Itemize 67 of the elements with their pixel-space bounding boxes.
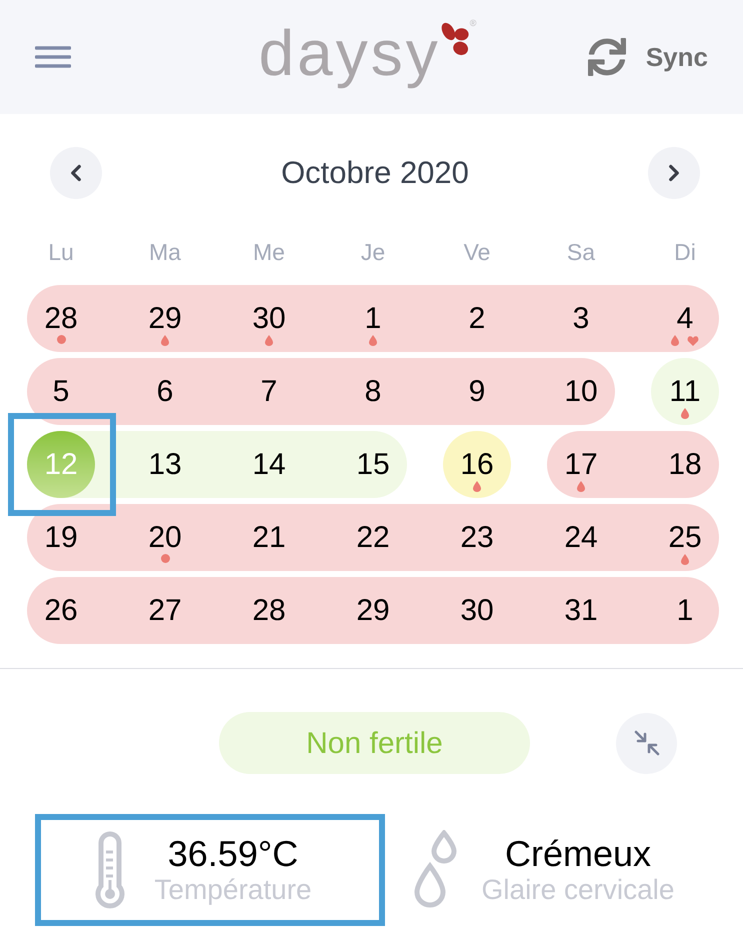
status-label: Non fertile [306,726,443,762]
calendar-day[interactable]: 11 [651,358,719,425]
calendar-day[interactable]: 13 [131,431,199,498]
drop-icon [681,408,689,419]
calendar-day[interactable]: 29 [131,285,199,352]
calendar-day[interactable]: 17 [547,431,615,498]
next-month-button[interactable] [648,147,700,199]
dot-icon [56,335,66,344]
calendar-day[interactable]: 1 [339,285,407,352]
calendar-day[interactable]: 31 [547,577,615,644]
reading-value: 36.59°C [168,834,298,874]
registered-mark: ® [470,19,476,28]
month-title: Octobre 2020 [281,154,469,192]
app-logo: daysy [258,17,441,89]
calendar-day[interactable]: 30 [443,577,511,644]
calendar-day[interactable]: 4 [651,285,719,352]
sync-button[interactable]: Sync [588,38,708,76]
drop-icon [671,335,679,346]
calendar-day[interactable]: 7 [235,358,303,425]
thermometer-icon [95,830,125,910]
calendar-day[interactable]: 30 [235,285,303,352]
calendar-day[interactable]: 8 [339,358,407,425]
calendar-day[interactable]: 24 [547,504,615,571]
drop-icon [681,554,689,565]
calendar-day[interactable]: 19 [27,504,95,571]
calendar-day[interactable]: 22 [339,504,407,571]
weekday-label: Di [674,239,696,265]
weekday-label: Ve [464,239,490,265]
drop-icon [577,481,585,492]
calendar-day[interactable]: 21 [235,504,303,571]
calendar-day[interactable]: 9 [443,358,511,425]
calendar-day[interactable]: 6 [131,358,199,425]
calendar-day[interactable]: 1 [651,577,719,644]
weekday-label: Je [360,239,386,265]
weekday-label: Me [253,239,285,265]
calendar-day[interactable]: 29 [339,577,407,644]
weekday-label: Ma [149,239,181,265]
drop-icon [369,335,377,346]
calendar-day[interactable]: 25 [651,504,719,571]
reading-value: Crémeux [504,834,652,874]
calendar-day[interactable]: 16 [443,431,511,498]
calendar-day[interactable]: 3 [547,285,615,352]
calendar-day[interactable]: 27 [131,577,199,644]
drop-icon [473,481,481,492]
calendar-day[interactable]: 2 [443,285,511,352]
sync-icon [588,38,626,76]
weekday-label: Sa [566,239,596,265]
calendar-day[interactable]: 10 [547,358,615,425]
weekday-label: Lu [48,239,74,265]
drop-icon [265,335,273,346]
logo-petals-icon [440,21,470,57]
previous-month-button[interactable] [50,147,102,199]
heart-icon [687,336,699,346]
calendar-day[interactable]: 5 [27,358,95,425]
calendar-day[interactable]: 15 [339,431,407,498]
calendar-day[interactable]: 23 [443,504,511,571]
dot-icon [160,554,170,563]
calendar-day[interactable]: 14 [235,431,303,498]
calendar-day[interactable]: 26 [27,577,95,644]
calendar-day[interactable]: 28 [27,285,95,352]
calendar-day[interactable]: 20 [131,504,199,571]
calendar-day[interactable]: 18 [651,431,719,498]
menu-icon [35,46,71,68]
drop-icon [161,335,169,346]
calendar-day[interactable]: 28 [235,577,303,644]
menu-button[interactable] [35,46,71,68]
collapse-icon [632,729,660,757]
